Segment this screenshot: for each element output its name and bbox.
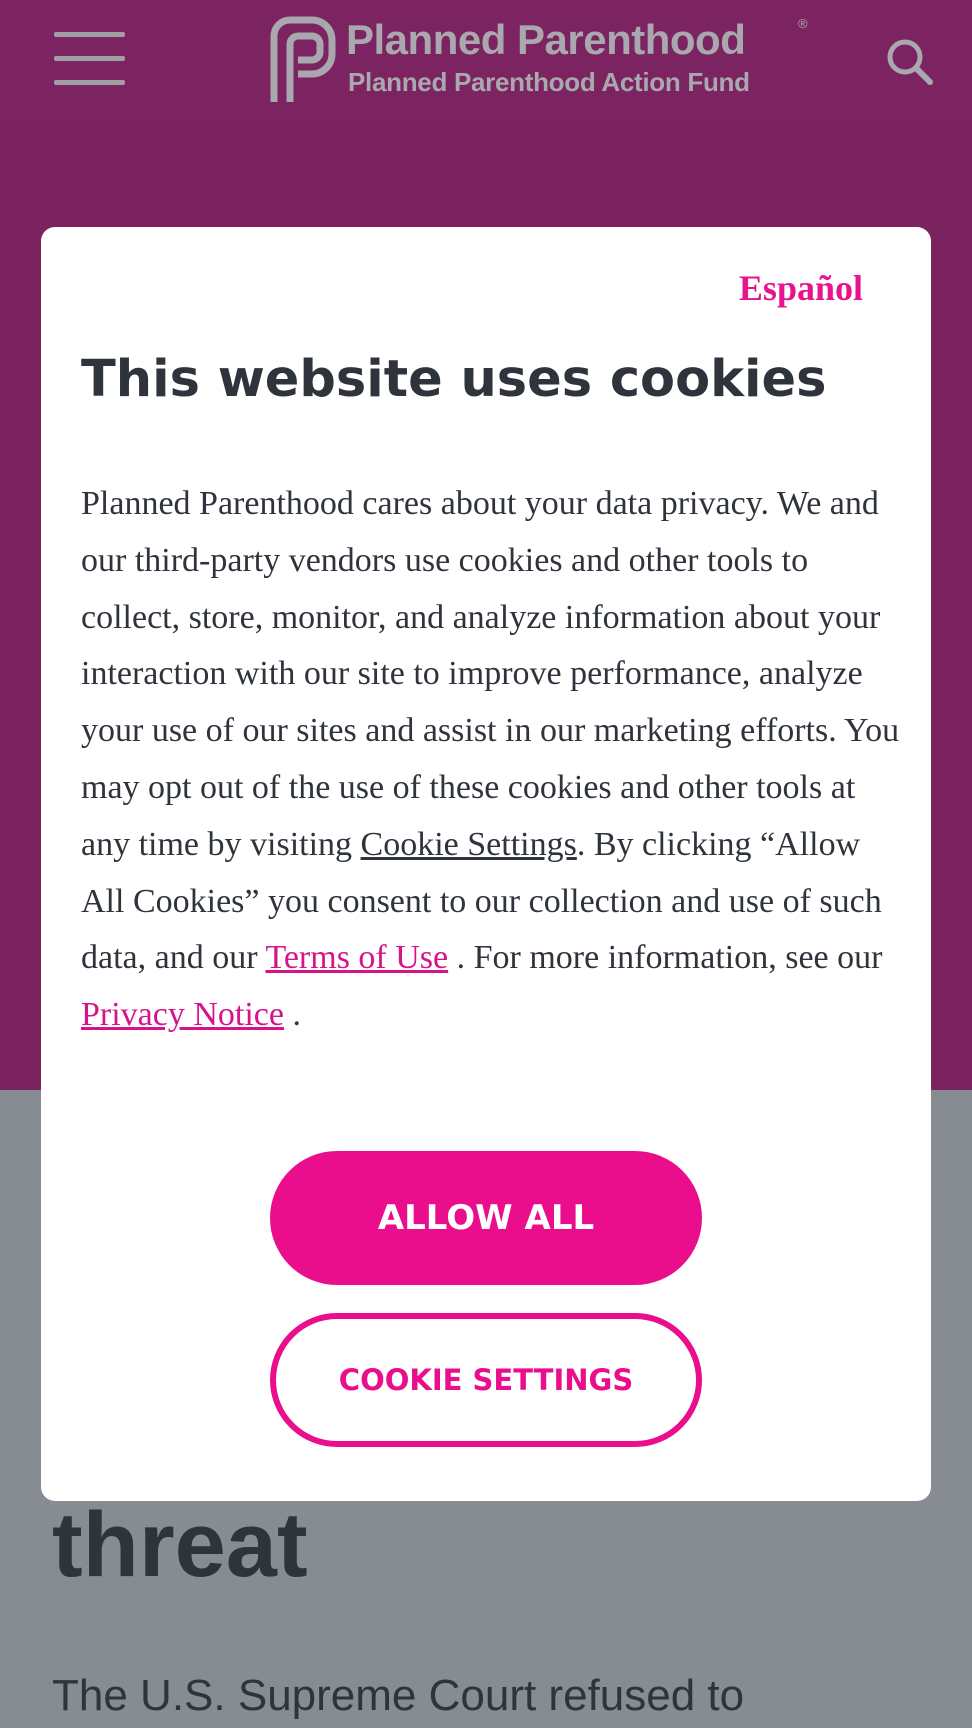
language-link-espanol[interactable]: Español: [739, 267, 863, 309]
body-text-part3: . For more information, see our: [448, 939, 883, 977]
menu-bar: [54, 32, 125, 37]
logo-title: Planned Parenthood: [346, 16, 746, 63]
site-logo[interactable]: Planned Parenthood ® Planned Parenthood …: [268, 14, 816, 104]
cookie-settings-link[interactable]: Cookie Settings: [361, 826, 577, 863]
hamburger-menu-icon[interactable]: [54, 32, 125, 85]
cookie-dialog-title: This website uses cookies: [81, 350, 827, 409]
privacy-notice-link[interactable]: Privacy Notice: [81, 996, 284, 1033]
terms-of-use-link[interactable]: Terms of Use: [265, 939, 448, 976]
article-heading: threat: [52, 1494, 308, 1596]
registered-mark: ®: [798, 16, 808, 31]
search-glyph: [887, 39, 933, 85]
body-text-part1: Planned Parenthood cares about your data…: [81, 485, 900, 863]
site-header: Planned Parenthood ® Planned Parenthood …: [0, 0, 972, 120]
pp-logo-mark-icon: [270, 16, 336, 102]
body-text-part4: .: [284, 996, 302, 1034]
cookie-dialog-text: Planned Parenthood cares about your data…: [81, 476, 901, 1044]
logo-subtitle: Planned Parenthood Action Fund: [348, 67, 750, 97]
menu-bar: [54, 56, 125, 61]
cookie-consent-dialog: Español This website uses cookies Planne…: [41, 227, 931, 1501]
menu-bar: [54, 80, 125, 85]
search-icon[interactable]: [884, 36, 936, 88]
article-intro: The U.S. Supreme Court refused to: [52, 1671, 745, 1720]
allow-all-button[interactable]: ALLOW ALL: [270, 1151, 702, 1285]
cookie-settings-button[interactable]: COOKIE SETTINGS: [270, 1313, 702, 1447]
